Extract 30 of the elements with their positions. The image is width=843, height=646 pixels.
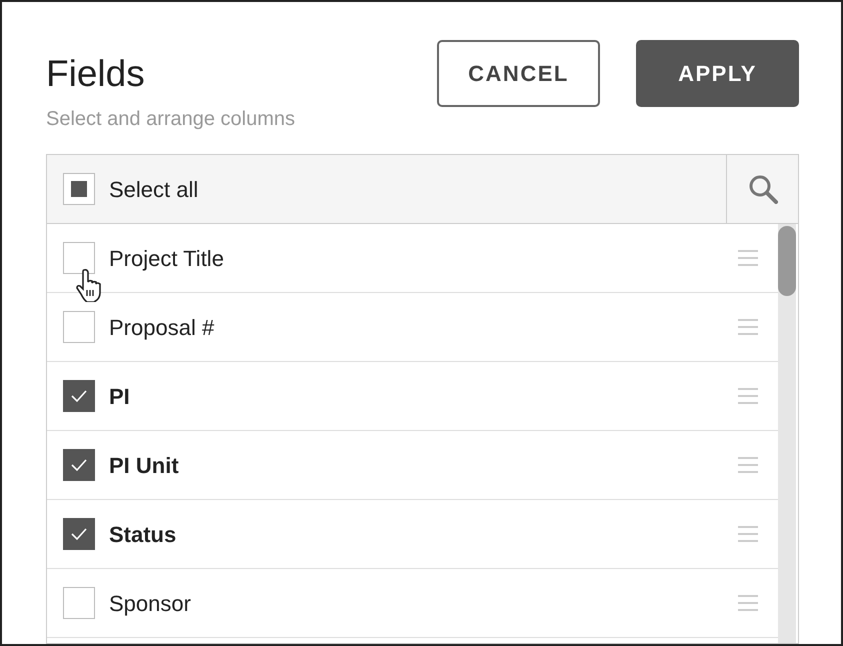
field-label: Sponsor xyxy=(109,590,192,618)
drag-handle-icon[interactable] xyxy=(738,595,758,611)
field-label: PI xyxy=(109,382,131,410)
checkmark-icon xyxy=(70,389,88,403)
apply-button[interactable]: APPLY xyxy=(636,40,799,107)
field-checkbox[interactable] xyxy=(63,311,95,343)
field-label: Status xyxy=(109,520,178,548)
scrollbar-thumb[interactable] xyxy=(778,226,796,296)
dialog-title: Fields xyxy=(46,52,145,96)
drag-handle-icon[interactable] xyxy=(738,457,758,473)
field-label: PI Unit xyxy=(109,452,180,480)
field-checkbox[interactable] xyxy=(63,518,95,550)
drag-handle-icon[interactable] xyxy=(738,250,758,266)
drag-handle-icon[interactable] xyxy=(738,526,758,542)
field-checkbox[interactable] xyxy=(63,449,95,481)
search-icon xyxy=(748,174,778,204)
field-checkbox[interactable] xyxy=(63,242,95,274)
hand-cursor-icon xyxy=(75,268,103,302)
checkmark-icon xyxy=(70,458,88,472)
checkmark-icon xyxy=(70,527,88,541)
dialog-subtitle: Select and arrange columns xyxy=(46,107,296,132)
field-label: Project Title xyxy=(109,244,225,273)
select-all-checkbox[interactable] xyxy=(63,173,95,205)
field-checkbox[interactable] xyxy=(63,587,95,619)
field-checkbox[interactable] xyxy=(63,380,95,412)
drag-handle-icon[interactable] xyxy=(738,388,758,404)
drag-handle-icon[interactable] xyxy=(738,319,758,335)
field-label: Proposal # xyxy=(109,314,216,342)
select-all-label: Select all xyxy=(109,176,198,204)
cancel-button[interactable]: CANCEL xyxy=(437,40,600,107)
